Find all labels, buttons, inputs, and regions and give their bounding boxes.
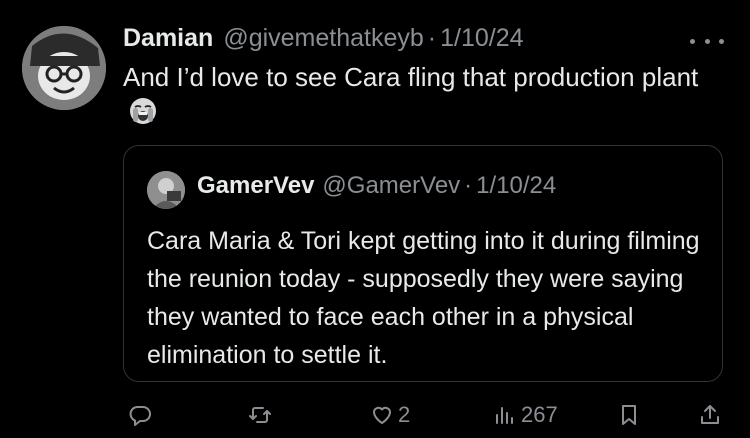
avatar[interactable] <box>22 26 106 110</box>
like-button[interactable]: 2 <box>370 399 410 431</box>
tweet-date[interactable]: 1/10/24 <box>440 24 523 53</box>
tweet-header: Damian @givemethatkeyb · 1/10/24 <box>123 24 524 58</box>
bookmark-button[interactable] <box>617 399 641 431</box>
retweet-icon <box>248 403 272 427</box>
tweet-text: And I’d love to see Cara fling that prod… <box>123 60 723 128</box>
author-handle[interactable]: @givemethatkeyb <box>223 24 423 53</box>
quoted-tweet[interactable]: GamerVev @GamerVev · 1/10/24 Cara Maria … <box>123 145 723 382</box>
author-name[interactable]: Damian <box>123 24 213 53</box>
tweet-text-content: And I’d love to see Cara fling that prod… <box>123 62 699 92</box>
views-chart-icon <box>493 403 517 427</box>
quoted-separator: · <box>464 172 473 199</box>
share-icon <box>698 403 722 427</box>
quoted-author-handle[interactable]: @GamerVev <box>322 172 460 200</box>
like-count: 2 <box>398 402 411 427</box>
quoted-author-name[interactable]: GamerVev <box>197 172 314 200</box>
action-bar: 2 267 <box>0 395 750 435</box>
separator: · <box>427 24 437 52</box>
reply-icon <box>128 403 152 427</box>
quoted-avatar[interactable] <box>147 171 185 209</box>
reply-button[interactable] <box>128 399 152 431</box>
bookmark-icon <box>617 403 641 427</box>
quoted-date[interactable]: 1/10/24 <box>476 172 556 200</box>
more-dots-icon[interactable] <box>690 30 724 52</box>
views-count: 267 <box>521 402 558 427</box>
share-button[interactable] <box>698 399 722 431</box>
quoted-header: GamerVev @GamerVev · 1/10/24 <box>197 172 556 204</box>
retweet-button[interactable] <box>248 399 272 431</box>
loudly-crying-face-icon <box>129 97 157 125</box>
views-button[interactable]: 267 <box>493 399 558 431</box>
tweet[interactable]: Damian @givemethatkeyb · 1/10/24 And I’d… <box>0 0 750 438</box>
heart-icon <box>370 403 394 427</box>
quoted-text: Cara Maria & Tori kept getting into it d… <box>147 227 700 369</box>
